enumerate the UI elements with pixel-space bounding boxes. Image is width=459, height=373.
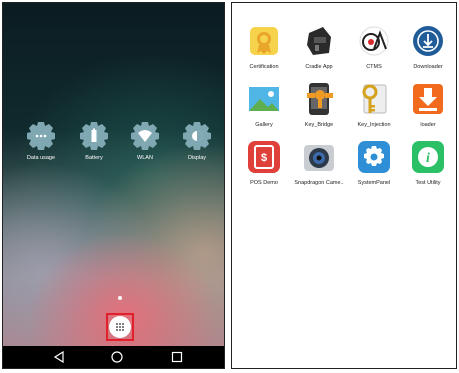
page-indicator bbox=[118, 296, 122, 300]
camera-icon bbox=[301, 139, 337, 175]
app-gallery[interactable]: Gallery bbox=[236, 81, 292, 128]
app-system-panel[interactable]: SystemPanel bbox=[346, 139, 402, 186]
data-usage-icon bbox=[26, 121, 56, 151]
app-label: Gallery bbox=[255, 122, 273, 128]
quick-setting-wlan[interactable]: WLAN bbox=[119, 121, 171, 161]
app-label: Test Utility bbox=[415, 180, 441, 186]
quick-setting-battery[interactable]: Battery bbox=[68, 121, 120, 161]
navigation-bar bbox=[3, 346, 224, 368]
brightness-icon bbox=[182, 121, 212, 151]
wifi-icon bbox=[130, 121, 160, 151]
app-drawer-button[interactable] bbox=[109, 316, 131, 338]
system-panel-icon bbox=[356, 139, 392, 175]
app-label: Snapdragon Came.. bbox=[294, 180, 344, 186]
app-label: Certification bbox=[249, 64, 279, 70]
app-label: POS Demo bbox=[250, 180, 278, 186]
app-label: SystemPanel bbox=[357, 180, 391, 186]
svg-text:$: $ bbox=[261, 152, 267, 164]
app-label: Key_Bridge bbox=[304, 122, 334, 128]
downloader-icon bbox=[410, 23, 446, 59]
app-snapdragon-camera[interactable]: Snapdragon Came.. bbox=[291, 139, 347, 186]
home-icon[interactable] bbox=[111, 351, 123, 363]
app-cradle[interactable]: Cradle App bbox=[291, 23, 347, 70]
app-key-injection[interactable]: Key_Injection bbox=[346, 81, 402, 128]
app-key-bridge[interactable]: Key_Bridge bbox=[291, 81, 347, 128]
app-label: CTMS bbox=[366, 64, 382, 70]
quick-setting-display[interactable]: Display bbox=[171, 121, 223, 161]
back-icon[interactable] bbox=[53, 351, 65, 363]
svg-text:i: i bbox=[426, 151, 430, 166]
key-bridge-icon bbox=[301, 81, 337, 117]
setting-label: WLAN bbox=[137, 155, 153, 161]
quick-setting-data-usage[interactable]: Data usage bbox=[15, 121, 67, 161]
cradle-app-icon bbox=[301, 23, 337, 59]
app-pos-demo[interactable]: $ POS Demo bbox=[236, 139, 292, 186]
app-loader[interactable]: loader bbox=[400, 81, 456, 128]
setting-label: Display bbox=[187, 155, 207, 161]
app-downloader[interactable]: Downloader bbox=[400, 23, 456, 70]
ctms-icon bbox=[356, 23, 392, 59]
app-label: loader bbox=[420, 122, 436, 128]
key-injection-icon bbox=[356, 81, 392, 117]
app-test-utility[interactable]: i Test Utility bbox=[400, 139, 456, 186]
test-utility-icon: i bbox=[410, 139, 446, 175]
gallery-icon bbox=[246, 81, 282, 117]
recents-icon[interactable] bbox=[171, 351, 183, 363]
setting-label: Data usage bbox=[26, 155, 56, 161]
app-label: Cradle App bbox=[305, 64, 333, 70]
app-drawer: Certification Cradle App CTMS Downloader… bbox=[231, 2, 457, 369]
app-label: Key_Injection bbox=[357, 122, 391, 128]
certification-icon bbox=[246, 23, 282, 59]
battery-icon bbox=[79, 121, 109, 151]
setting-label: Battery bbox=[85, 155, 103, 161]
app-ctms[interactable]: CTMS bbox=[346, 23, 402, 70]
loader-icon bbox=[410, 81, 446, 117]
app-label: Downloader bbox=[413, 64, 443, 70]
pos-demo-icon: $ bbox=[246, 139, 282, 175]
home-screen: Data usage Battery WLAN Display bbox=[2, 2, 225, 369]
app-certification[interactable]: Certification bbox=[236, 23, 292, 70]
